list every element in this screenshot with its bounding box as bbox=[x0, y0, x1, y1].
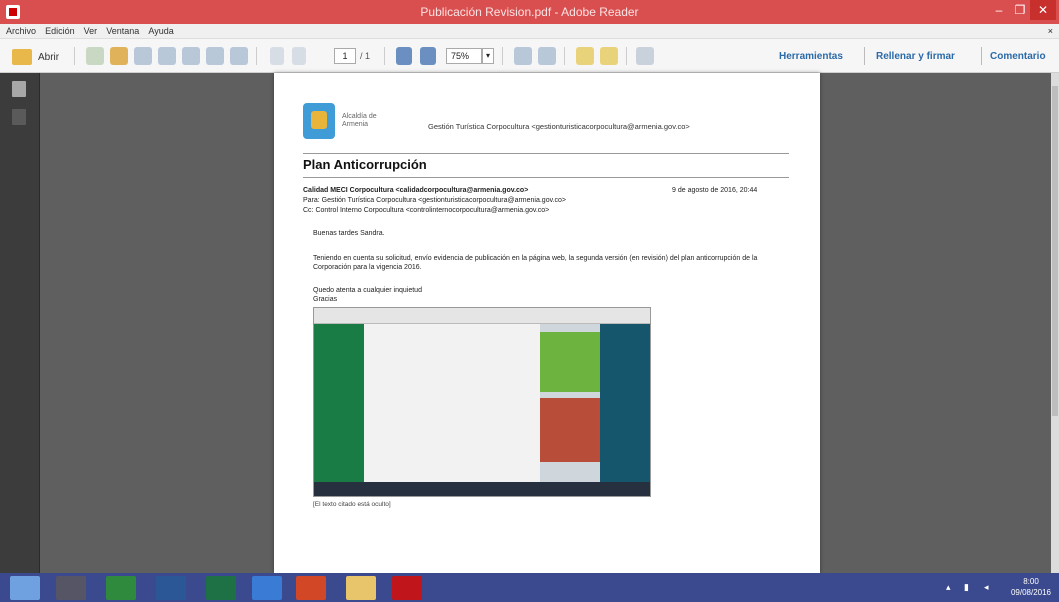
toolbar-divider bbox=[74, 47, 75, 65]
fit-page-icon[interactable] bbox=[514, 47, 532, 65]
menu-close-icon[interactable]: × bbox=[1048, 24, 1053, 39]
start-windows-icon[interactable] bbox=[10, 576, 40, 600]
logo-text: Alcaldía de Armenia bbox=[342, 113, 377, 128]
edit-icon[interactable] bbox=[134, 47, 152, 65]
close-button[interactable]: ✕ bbox=[1030, 0, 1056, 20]
taskbar: ▴ ▮ ◂ 8:00 09/08/2016 bbox=[0, 573, 1059, 602]
previous-page-icon[interactable] bbox=[270, 47, 284, 65]
email-date: 9 de agosto de 2016, 20:44 bbox=[672, 187, 758, 194]
menu-archivo[interactable]: Archivo bbox=[6, 24, 36, 39]
embedded-page-content bbox=[364, 324, 540, 482]
divider bbox=[303, 177, 789, 178]
minimize-button[interactable]: – bbox=[988, 0, 1010, 20]
toolbar-divider bbox=[626, 47, 627, 65]
divider bbox=[303, 153, 789, 154]
quoted-text-hidden[interactable]: [El texto citado está oculto] bbox=[313, 501, 391, 508]
embedded-browser-bar bbox=[314, 308, 650, 324]
toolbar-divider bbox=[981, 47, 982, 65]
next-page-icon[interactable] bbox=[292, 47, 306, 65]
zoom-out-icon[interactable] bbox=[396, 47, 412, 65]
clock[interactable]: 8:00 09/08/2016 bbox=[1008, 576, 1054, 598]
email-from: Calidad MECI Corpocultura <calidadcorpoc… bbox=[303, 187, 528, 194]
alcaldia-logo-icon bbox=[303, 103, 335, 139]
email-closing: Quedo atenta a cualquier inquietud bbox=[313, 287, 422, 294]
pdf-page: Alcaldía de Armenia Gestión Turística Co… bbox=[274, 73, 820, 573]
tools-button[interactable]: Herramientas bbox=[779, 51, 843, 62]
print-icon[interactable] bbox=[206, 47, 224, 65]
chrome-active-icon[interactable] bbox=[252, 576, 282, 600]
toolbar-divider bbox=[502, 47, 503, 65]
comment-icon[interactable] bbox=[576, 47, 594, 65]
adobe-reader-task-icon[interactable] bbox=[392, 576, 422, 600]
embedded-green-box bbox=[540, 332, 600, 392]
page-number-input[interactable]: 1 bbox=[334, 48, 356, 64]
scanner-app-icon[interactable] bbox=[56, 576, 86, 600]
menu-ventana[interactable]: Ventana bbox=[106, 24, 139, 39]
embedded-left-panel bbox=[314, 324, 364, 482]
toolbar-divider bbox=[864, 47, 865, 65]
email-signoff: Gracias bbox=[313, 296, 338, 303]
powerpoint-icon[interactable] bbox=[296, 576, 326, 600]
embedded-photo bbox=[540, 398, 600, 462]
menu-bar: Archivo Edición Ver Ventana Ayuda × bbox=[0, 24, 1059, 39]
fill-and-sign-button[interactable]: Rellenar y firmar bbox=[876, 51, 955, 62]
navigation-pane bbox=[0, 73, 40, 573]
sender: Calidad MECI Corpocultura <calidadcorpoc… bbox=[303, 187, 529, 194]
highlight-icon[interactable] bbox=[600, 47, 618, 65]
email-to: Para: Gestión Turística Corpocultura <ge… bbox=[303, 197, 566, 204]
open-button-label[interactable]: Abrir bbox=[38, 52, 59, 70]
menu-ver[interactable]: Ver bbox=[84, 24, 98, 39]
attachments-icon[interactable] bbox=[12, 109, 26, 125]
clock-time: 8:00 bbox=[1023, 577, 1039, 586]
email-subject: Plan Anticorrupción bbox=[303, 157, 427, 172]
embedded-taskbar bbox=[314, 482, 650, 496]
maximize-button[interactable]: ❐ bbox=[1010, 0, 1030, 20]
chrome-icon[interactable] bbox=[106, 576, 136, 600]
toolbar: Abrir 1 / 1 75% ▾ Herramientas Rellenar … bbox=[0, 39, 1059, 73]
full-screen-icon[interactable] bbox=[636, 47, 654, 65]
email-paragraph: Teniendo en cuenta su solicitud, envío e… bbox=[313, 255, 758, 271]
file-explorer-icon[interactable] bbox=[346, 576, 376, 600]
create-pdf-icon[interactable] bbox=[86, 47, 104, 65]
fit-width-icon[interactable] bbox=[538, 47, 556, 65]
email-greeting: Buenas tardes Sandra. bbox=[313, 230, 385, 237]
toolbar-divider bbox=[384, 47, 385, 65]
excel-icon[interactable] bbox=[206, 576, 236, 600]
email-icon[interactable] bbox=[230, 47, 248, 65]
network-icon[interactable]: ▮ bbox=[964, 582, 969, 593]
menu-ayuda[interactable]: Ayuda bbox=[148, 24, 173, 39]
word-icon[interactable] bbox=[156, 576, 186, 600]
embedded-right-panel bbox=[600, 324, 650, 482]
zoom-dropdown-icon[interactable]: ▾ bbox=[482, 48, 494, 64]
zoom-input[interactable]: 75% bbox=[446, 48, 482, 64]
menu-edicion[interactable]: Edición bbox=[45, 24, 75, 39]
comment-button[interactable]: Comentario bbox=[990, 51, 1046, 62]
toolbar-divider bbox=[564, 47, 565, 65]
page-total: / 1 bbox=[360, 51, 371, 61]
page-thumbnails-icon[interactable] bbox=[12, 81, 26, 97]
email-cc: Cc: Control Interno Corpocultura <contro… bbox=[303, 207, 550, 214]
embedded-screenshot bbox=[313, 307, 651, 497]
zoom-in-icon[interactable] bbox=[420, 47, 436, 65]
title-bar: Publicación Revision.pdf - Adobe Reader … bbox=[0, 0, 1059, 24]
email-account-header: Gestión Turística Corpocultura <gestiont… bbox=[428, 122, 690, 131]
window-title: Publicación Revision.pdf - Adobe Reader bbox=[420, 5, 639, 19]
combine-icon[interactable] bbox=[110, 47, 128, 65]
clock-date: 09/08/2016 bbox=[1010, 588, 1052, 597]
tray-up-icon[interactable]: ▴ bbox=[946, 582, 951, 593]
volume-icon[interactable]: ◂ bbox=[984, 582, 989, 593]
open-folder-icon[interactable] bbox=[12, 49, 32, 65]
share-icon[interactable] bbox=[158, 47, 176, 65]
scrollbar-thumb[interactable] bbox=[1052, 86, 1058, 416]
save-icon[interactable] bbox=[182, 47, 200, 65]
toolbar-divider bbox=[256, 47, 257, 65]
